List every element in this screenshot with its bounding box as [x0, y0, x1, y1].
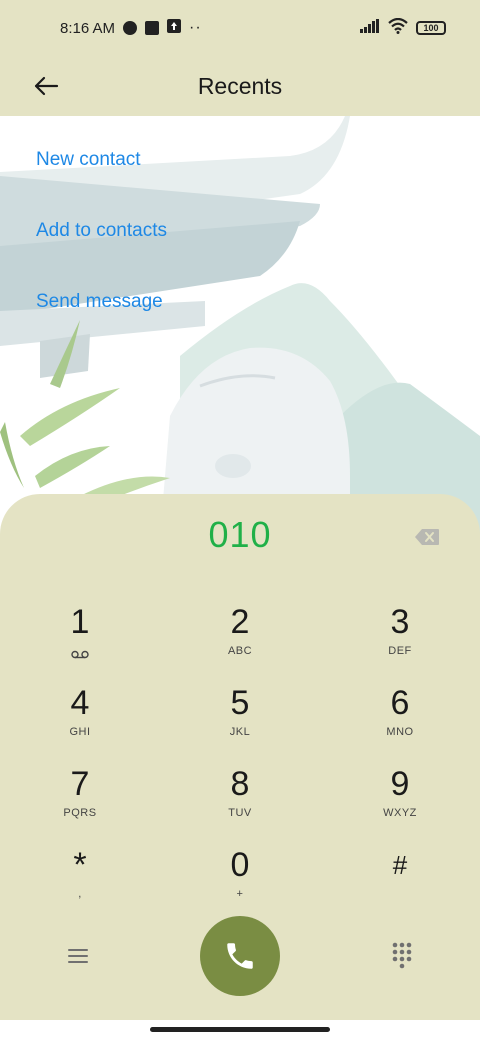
home-indicator[interactable] — [150, 1027, 330, 1032]
key-star[interactable]: * , — [0, 845, 160, 926]
key-digit: 6 — [390, 684, 410, 722]
app-header: Recents — [0, 56, 480, 116]
send-message-link[interactable]: Send message — [36, 288, 167, 359]
key-digit: 8 — [230, 765, 250, 803]
key-letters: GHI — [69, 726, 91, 738]
battery-icon: 100 — [416, 21, 446, 35]
key-letters: TUV — [228, 807, 252, 819]
backspace-button[interactable] — [414, 528, 440, 546]
key-digit: 4 — [70, 684, 90, 722]
signal-icon — [360, 19, 380, 37]
key-letters: MNO — [386, 726, 414, 738]
dialpad-toggle-button[interactable] — [390, 940, 414, 970]
add-to-contacts-link[interactable]: Add to contacts — [36, 217, 167, 288]
key-letters: + — [236, 888, 244, 900]
dialpad-icon — [392, 942, 412, 969]
key-digit: 2 — [230, 603, 250, 641]
menu-button[interactable] — [64, 944, 92, 968]
key-2[interactable]: 2 ABC — [160, 602, 320, 683]
key-letters: ABC — [227, 645, 253, 657]
key-digit: 0 — [230, 846, 250, 884]
key-9[interactable]: 9 WXYZ — [320, 764, 480, 845]
key-digit: 7 — [70, 765, 90, 803]
back-button[interactable] — [28, 68, 64, 104]
page-title: Recents — [197, 72, 283, 99]
dialer-panel: 010 1 2 ABC 3 DEF 4 GHI 5 JKL 6 MNO 7 PQ… — [0, 494, 480, 1020]
arrow-left-icon — [34, 76, 59, 96]
new-contact-link[interactable]: New contact — [36, 146, 167, 217]
wifi-icon — [388, 17, 408, 38]
key-1[interactable]: 1 — [0, 602, 160, 683]
voicemail-icon — [71, 646, 89, 664]
key-4[interactable]: 4 GHI — [0, 683, 160, 764]
dialed-number: 010 — [208, 514, 272, 555]
status-bar: 8:16 AM ·· 100 — [0, 0, 480, 56]
call-button[interactable] — [200, 916, 280, 996]
key-digit: # — [392, 850, 408, 880]
key-letters: WXYZ — [383, 807, 417, 819]
notification-square-icon — [145, 21, 160, 35]
navigation-bar — [0, 1020, 480, 1040]
key-3[interactable]: 3 DEF — [320, 602, 480, 683]
backspace-icon — [415, 529, 439, 545]
phone-icon — [227, 943, 253, 969]
key-8[interactable]: 8 TUV — [160, 764, 320, 845]
key-6[interactable]: 6 MNO — [320, 683, 480, 764]
key-digit: 5 — [230, 684, 250, 722]
app-notification-icon — [123, 21, 138, 35]
key-hash[interactable]: # — [320, 845, 480, 926]
more-notifications-icon: ·· — [189, 19, 202, 36]
key-digit: 1 — [70, 603, 90, 641]
recent-actions: New contact Add to contacts Send message — [36, 146, 167, 359]
key-7[interactable]: 7 PQRS — [0, 764, 160, 845]
key-digit: * — [73, 846, 87, 884]
key-letters: , — [78, 888, 82, 900]
key-letters: PQRS — [63, 807, 97, 819]
upload-icon — [167, 19, 182, 37]
key-letters: DEF — [388, 645, 412, 657]
status-time: 8:16 AM — [60, 19, 116, 37]
status-right: 100 — [360, 17, 446, 38]
key-digit: 9 — [390, 765, 410, 803]
keypad: 1 2 ABC 3 DEF 4 GHI 5 JKL 6 MNO 7 PQRS 8… — [0, 602, 480, 926]
status-left: 8:16 AM ·· — [60, 19, 202, 37]
key-digit: 3 — [390, 603, 410, 641]
key-0[interactable]: 0 + — [160, 845, 320, 926]
dialer-actions — [0, 916, 480, 996]
menu-icon — [68, 949, 88, 963]
key-letters: JKL — [229, 726, 251, 738]
key-5[interactable]: 5 JKL — [160, 683, 320, 764]
